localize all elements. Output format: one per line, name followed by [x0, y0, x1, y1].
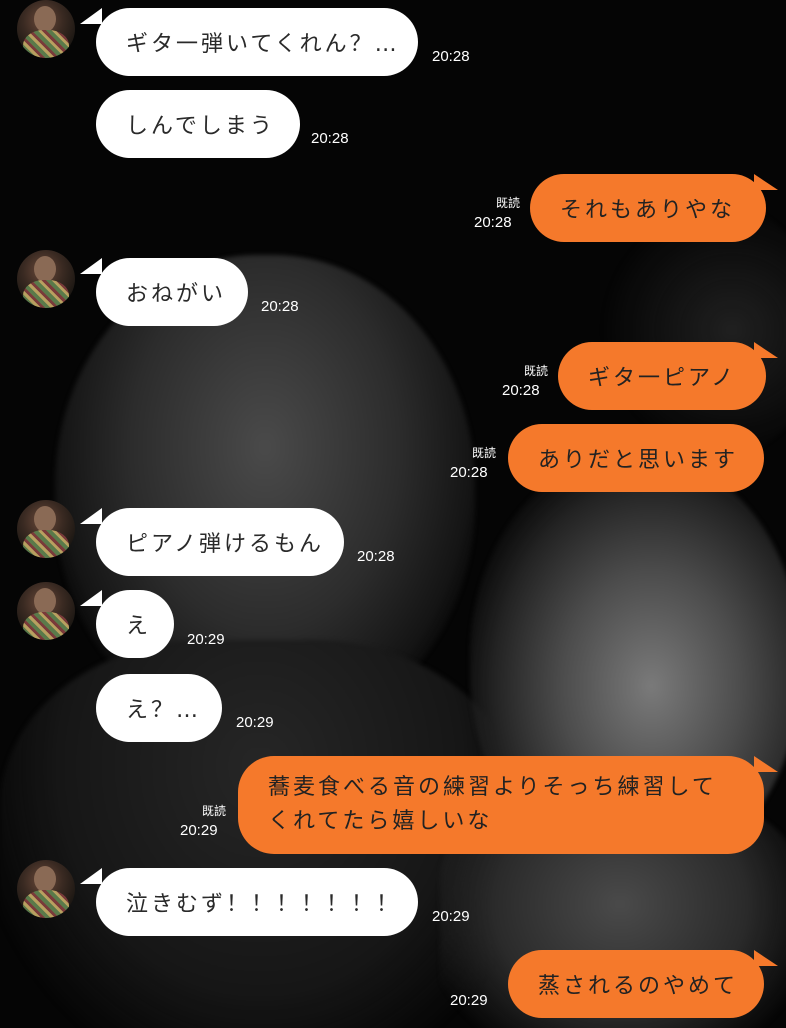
bubble-tail [754, 342, 778, 358]
bubble-tail [80, 508, 102, 524]
message-bubble-incoming[interactable]: 泣きむず！！！！！！！ [96, 868, 418, 936]
message-text: ピアノ弾けるもん [126, 532, 325, 557]
message-text: ギタ一ピアノ [588, 366, 737, 391]
message-bubble-incoming[interactable]: おねがい [96, 258, 248, 326]
message-timestamp: 20:28 [450, 464, 488, 481]
message-bubble-incoming[interactable]: え [96, 590, 174, 658]
message-text: え？… [126, 698, 202, 723]
read-receipt: 既読 [495, 196, 520, 210]
bubble-tail [754, 950, 778, 966]
message-bubble-incoming[interactable]: ギタ一弾いてくれん？… [96, 8, 418, 76]
message-bubble-outgoing[interactable]: 蒸されるのやめて [508, 950, 764, 1018]
contact-avatar[interactable] [17, 860, 75, 918]
contact-avatar[interactable] [17, 0, 75, 58]
read-receipt: 既読 [523, 364, 548, 378]
message-text: 蒸されるのやめて [538, 974, 739, 999]
message-timestamp: 20:29 [180, 822, 218, 839]
message-bubble-outgoing[interactable]: 蕎麦食べる音の練習よりそっち練習してくれてたら嬉しいな [238, 756, 764, 854]
message-text: おねがい [126, 282, 227, 307]
message-bubble-incoming[interactable]: ピアノ弾けるもん [96, 508, 344, 576]
message-bubble-incoming[interactable]: え？… [96, 674, 222, 742]
bubble-tail [80, 8, 102, 24]
message-timestamp: 20:29 [236, 714, 274, 731]
message-timestamp: 20:29 [432, 908, 470, 925]
message-timestamp: 20:29 [450, 992, 488, 1009]
bubble-tail [754, 174, 778, 190]
message-timestamp: 20:29 [187, 631, 225, 648]
message-text: 泣きむず！！！！！！！ [126, 892, 402, 917]
contact-avatar[interactable] [17, 582, 75, 640]
message-text: それもありやな [560, 198, 736, 223]
bubble-tail [80, 258, 102, 274]
read-receipt: 既読 [201, 804, 226, 818]
chat-screen: ギタ一弾いてくれん？… 20:28 しんでしまう 20:28 それもありやな 既… [0, 0, 786, 1028]
contact-avatar[interactable] [17, 250, 75, 308]
message-text: しんでしまう [126, 114, 275, 139]
message-text: ありだと思います [538, 448, 739, 473]
message-bubble-outgoing[interactable]: ありだと思います [508, 424, 764, 492]
message-timestamp: 20:28 [311, 130, 349, 147]
message-timestamp: 20:28 [357, 548, 395, 565]
bubble-tail [80, 590, 102, 606]
message-timestamp: 20:28 [432, 48, 470, 65]
bubble-tail [80, 868, 102, 884]
message-text: ギタ一弾いてくれん？… [126, 32, 400, 57]
message-text: 蕎麦食べる音の練習よりそっち練習してくれてたら嬉しいな [268, 775, 717, 834]
message-bubble-outgoing[interactable]: ギタ一ピアノ [558, 342, 766, 410]
contact-avatar[interactable] [17, 500, 75, 558]
message-bubble-outgoing[interactable]: それもありやな [530, 174, 766, 242]
message-bubble-incoming[interactable]: しんでしまう [96, 90, 300, 158]
message-text: え [126, 614, 152, 639]
bubble-tail [754, 756, 778, 772]
read-receipt: 既読 [471, 446, 496, 460]
message-timestamp: 20:28 [474, 214, 512, 231]
message-timestamp: 20:28 [261, 298, 299, 315]
message-timestamp: 20:28 [502, 382, 540, 399]
